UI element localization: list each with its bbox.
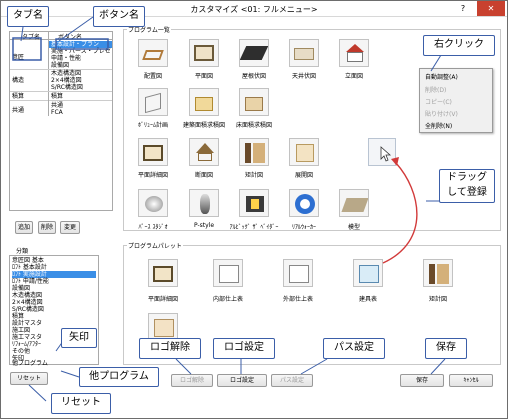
callout-button-name: ボタン名: [93, 6, 145, 27]
callout-tab-name: タブ名: [7, 6, 49, 27]
customize-window: カスタマイズ <01: フルメニュー> ? ✕ タブ名 ボタン名 意匠 基本設計…: [0, 0, 508, 419]
callout-path-set: パス設定: [323, 338, 385, 359]
callout-reset: リセット: [51, 393, 111, 414]
callout-right-click: 右クリック: [423, 35, 495, 56]
callout-arrow: 矢印: [61, 328, 97, 348]
callout-logo-remove: ロゴ解除: [139, 338, 201, 359]
callout-logo-set: ロゴ設定: [213, 338, 275, 359]
callout-drag-register: ドラッグ して登録: [439, 169, 495, 203]
callout-save: 保存: [425, 338, 467, 359]
callout-other-program: 他プログラム: [79, 367, 159, 387]
